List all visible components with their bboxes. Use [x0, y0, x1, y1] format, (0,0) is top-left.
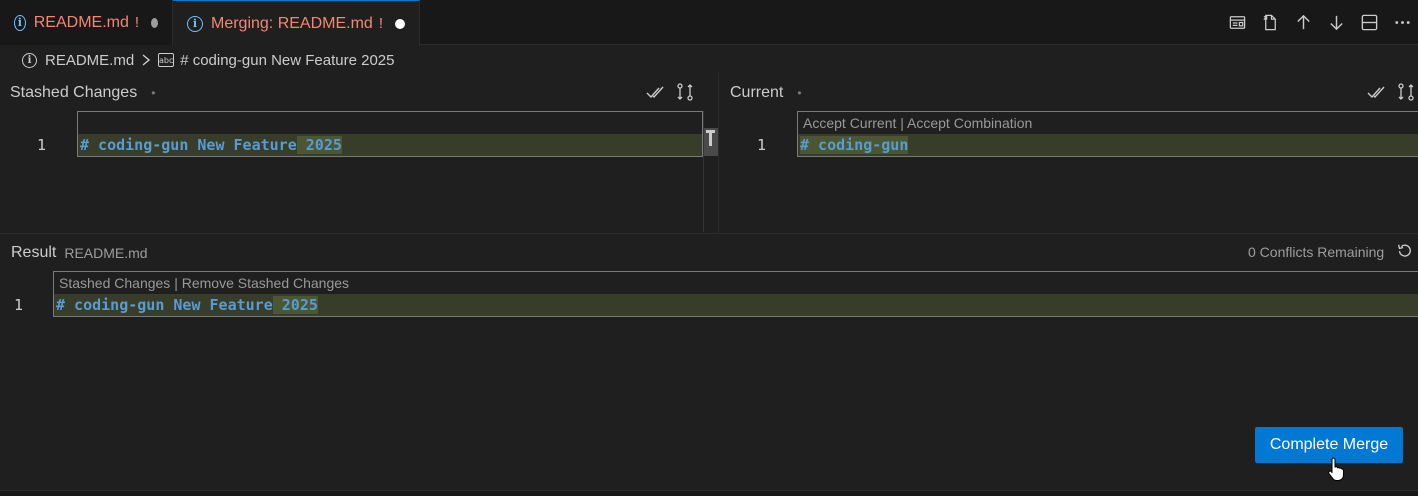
- tab-label: README.md: [33, 13, 129, 31]
- stashed-pane-actions: [645, 82, 695, 106]
- info-icon: i: [22, 52, 37, 68]
- modified-dot-icon[interactable]: [151, 17, 158, 28]
- split-editor-icon[interactable]: [1360, 13, 1379, 32]
- code-text: # coding-gun New Feature: [56, 296, 273, 314]
- editor-toolbar: [1228, 0, 1418, 45]
- accept-all-icon[interactable]: [645, 82, 665, 106]
- warning-mark: !: [378, 15, 383, 32]
- current-codelens-box: Accept Current | Accept Combination: [797, 111, 1418, 134]
- diff-highlight: 2025: [272, 296, 318, 314]
- info-icon: i: [14, 14, 26, 31]
- code-text: # coding-gun: [800, 136, 909, 154]
- arrow-up-icon[interactable]: [1294, 13, 1313, 32]
- hand-cursor-icon: [1327, 456, 1347, 486]
- diff-highlight: 2025: [296, 136, 342, 154]
- result-divider[interactable]: [0, 233, 1418, 234]
- open-file-icon[interactable]: [1261, 13, 1280, 32]
- pane-title: Current: [730, 84, 784, 101]
- warning-mark: !: [134, 14, 140, 31]
- tab-label: Merging: README.md: [211, 14, 373, 32]
- conflicts-status: 0 Conflicts Remaining: [1248, 244, 1385, 260]
- result-codelens-box: Stashed Changes | Remove Stashed Changes: [53, 271, 1418, 294]
- result-code-line[interactable]: # coding-gun New Feature 2025: [53, 294, 1418, 317]
- info-icon: i: [187, 15, 203, 32]
- reset-icon[interactable]: [1395, 243, 1413, 265]
- tab-merging-readme[interactable]: i Merging: README.md !: [173, 0, 420, 46]
- open-preview-icon[interactable]: [1228, 13, 1247, 32]
- code-text: # coding-gun New Feature: [80, 136, 297, 154]
- line-number: 1: [14, 296, 24, 314]
- dot-indicator: •: [151, 86, 156, 100]
- arrow-down-icon[interactable]: [1327, 13, 1346, 32]
- string-symbol-icon: abc: [158, 53, 175, 67]
- stashed-empty-line: [77, 111, 703, 134]
- line-number: 1: [37, 136, 47, 154]
- status-edge: [0, 490, 1418, 496]
- codelens-actions[interactable]: Stashed Changes | Remove Stashed Changes: [59, 275, 349, 291]
- chevron-right-icon: [140, 53, 152, 67]
- breadcrumb: i README.md abc # coding-gun New Feature…: [22, 47, 395, 73]
- pane-title: Result: [11, 244, 57, 261]
- more-actions-icon[interactable]: [1393, 13, 1412, 32]
- stashed-pane-header: Stashed Changes •: [10, 81, 710, 105]
- pane-title: Stashed Changes: [10, 84, 138, 101]
- codelens-actions[interactable]: Accept Current | Accept Combination: [803, 115, 1032, 131]
- current-pane-actions: [1366, 82, 1416, 106]
- breadcrumb-symbol[interactable]: # coding-gun New Feature 2025: [180, 52, 394, 69]
- compare-changes-icon[interactable]: [1396, 82, 1416, 106]
- result-pane-header: Result README.md: [11, 241, 411, 265]
- compare-changes-icon[interactable]: [675, 82, 695, 106]
- dot-indicator: •: [797, 86, 802, 100]
- result-file: README.md: [64, 245, 148, 261]
- stashed-code-line[interactable]: # coding-gun New Feature 2025: [77, 134, 703, 157]
- scrollbar-marker-glyph: [706, 130, 715, 146]
- current-code-line[interactable]: # coding-gun: [797, 134, 1418, 157]
- accept-all-icon[interactable]: [1366, 82, 1386, 106]
- line-number: 1: [757, 136, 767, 154]
- modified-dot-icon[interactable]: [395, 18, 405, 29]
- pane-divider[interactable]: [718, 73, 719, 233]
- breadcrumb-file[interactable]: README.md: [45, 52, 134, 69]
- tab-readme[interactable]: i README.md !: [0, 0, 173, 45]
- current-pane-header: Current •: [730, 81, 1030, 105]
